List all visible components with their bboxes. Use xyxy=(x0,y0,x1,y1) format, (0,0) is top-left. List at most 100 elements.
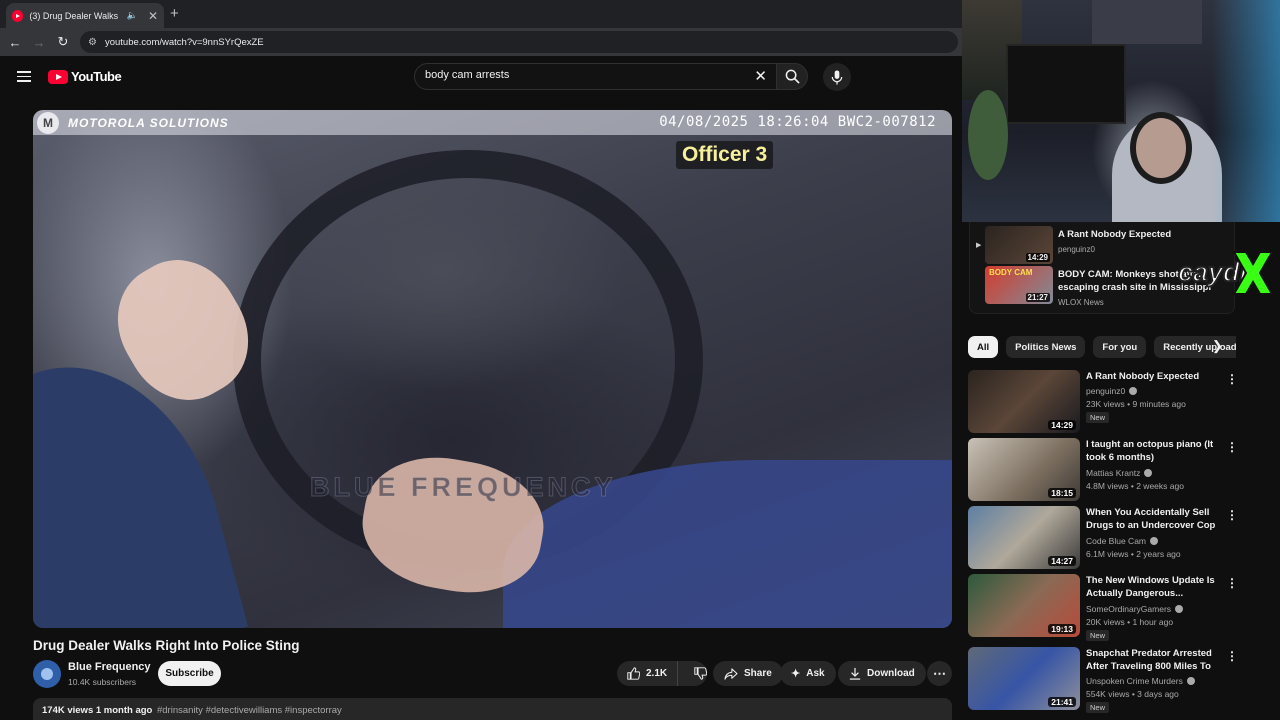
new-tab-button[interactable]: + xyxy=(170,5,179,22)
video-player[interactable]: M MOTOROLA SOLUTIONS 04/08/2025 18:26:04… xyxy=(33,110,952,628)
recommendation-thumbnail[interactable]: 14:27 xyxy=(968,506,1080,569)
channel-label: Unspoken Crime Murders xyxy=(1086,676,1183,686)
speaker-icon[interactable]: 🔈 xyxy=(127,10,138,21)
masthead: YouTube ✕ xyxy=(0,56,962,98)
like-dislike-group: 2.1K xyxy=(617,661,708,686)
recommendation-item[interactable]: 19:13 The New Windows Update Is Actually… xyxy=(968,574,1238,641)
chip-recently-uploaded[interactable]: Recently uploaded xyxy=(1154,336,1236,358)
recommendation-meta: 20K views • 1 hour ago xyxy=(1086,617,1174,627)
recommendation-channel[interactable]: Mattias Krantz xyxy=(1086,468,1153,478)
chevron-right-icon[interactable]: ❯ xyxy=(1212,338,1223,354)
clear-search-icon[interactable]: ✕ xyxy=(754,67,767,85)
recommendation-channel[interactable]: SomeOrdinaryGamers xyxy=(1086,604,1184,614)
recommendation-thumbnail[interactable]: 14:29 xyxy=(968,370,1080,433)
recommendation-item[interactable]: 21:41 Snapchat Predator Arrested After T… xyxy=(968,647,1238,713)
item-menu-icon[interactable]: ⋮ xyxy=(1226,576,1238,590)
recommendation-thumbnail[interactable]: 19:13 xyxy=(968,574,1080,637)
like-count: 2.1K xyxy=(646,668,668,679)
item-menu-icon[interactable]: ⋮ xyxy=(1226,649,1238,663)
recommendation-channel[interactable]: penguinz0 xyxy=(1086,386,1138,396)
new-badge: New xyxy=(1086,412,1110,423)
recommendation-item[interactable]: 14:27 When You Accidentally Sell Drugs t… xyxy=(968,506,1238,570)
recommendation-thumbnail[interactable]: 18:15 xyxy=(968,438,1080,501)
share-button[interactable]: Share xyxy=(713,661,783,686)
subscribe-button[interactable]: Subscribe xyxy=(158,661,221,686)
item-menu-icon[interactable]: ⋮ xyxy=(1226,508,1238,522)
recommendation-title[interactable]: The New Windows Update Is Actually Dange… xyxy=(1086,574,1218,600)
recommendation-title[interactable]: I taught an octopus piano (It took 6 mon… xyxy=(1086,438,1218,464)
item-menu-icon[interactable]: ⋮ xyxy=(1226,440,1238,454)
verified-icon xyxy=(1186,677,1195,685)
youtube-logo[interactable]: YouTube xyxy=(48,69,122,84)
channel-label: SomeOrdinaryGamers xyxy=(1086,604,1172,614)
recommendation-channel[interactable]: Code Blue Cam xyxy=(1086,536,1159,546)
description-box[interactable]: 174K views 1 month ago #drinsanity #dete… xyxy=(33,698,952,720)
search-button[interactable] xyxy=(776,63,808,90)
video-duration: 19:13 xyxy=(1048,624,1076,634)
view-count-date: 174K views 1 month ago xyxy=(42,705,153,716)
channel-name[interactable]: Blue Frequency xyxy=(68,661,151,673)
camera-brand: MOTOROLA SOLUTIONS xyxy=(68,116,229,130)
mini-thumbnail: 14:29 xyxy=(985,226,1053,264)
channel-label: Code Blue Cam xyxy=(1086,536,1147,546)
menu-icon[interactable] xyxy=(17,71,31,82)
verified-icon xyxy=(1175,605,1184,613)
share-label: Share xyxy=(744,668,772,679)
now-playing-icon: ▶ xyxy=(976,242,982,249)
youtube-play-icon xyxy=(48,69,68,84)
recommendation-title[interactable]: A Rant Nobody Expected xyxy=(1086,370,1218,383)
browser-tab[interactable]: (3) Drug Dealer Walks Right Into Police … xyxy=(6,3,164,28)
search-input[interactable] xyxy=(425,69,745,81)
url-text: youtube.com/watch?v=9nnSYrQexZE xyxy=(104,36,264,48)
chip-all[interactable]: All xyxy=(968,336,999,358)
download-button[interactable]: Download xyxy=(838,661,926,686)
video-duration: 14:27 xyxy=(1048,556,1076,566)
reload-icon[interactable]: ↻ xyxy=(51,34,75,50)
address-bar: ← → ↻ ⚙ youtube.com/watch?v=9nnSYrQexZE xyxy=(0,28,962,56)
description-hashtags[interactable]: #drinsanity #detectivewilliams #inspecto… xyxy=(157,705,342,716)
recommendation-meta: 23K views • 9 minutes ago xyxy=(1086,399,1186,409)
like-button[interactable]: 2.1K xyxy=(617,661,679,686)
youtube-favicon-icon xyxy=(12,9,24,22)
webcam-streamer-head xyxy=(1130,112,1192,184)
search-icon xyxy=(785,69,800,84)
webcam-plant xyxy=(968,90,1008,180)
verified-icon xyxy=(1144,469,1153,477)
close-tab-icon[interactable]: ✕ xyxy=(148,9,158,23)
recommendation-channel[interactable]: Unspoken Crime Murders xyxy=(1086,676,1195,686)
chip-for-you[interactable]: For you xyxy=(1093,336,1147,358)
chip-politics-news[interactable]: Politics News xyxy=(1006,336,1086,358)
recommendation-thumbnail[interactable]: 21:41 xyxy=(968,647,1080,710)
recommendation-meta: 6.1M views • 2 years ago xyxy=(1086,549,1181,559)
bodycam-header-strip: M MOTOROLA SOLUTIONS 04/08/2025 18:26:04… xyxy=(33,110,952,135)
item-menu-icon[interactable]: ⋮ xyxy=(1226,372,1238,386)
thumbs-down-icon xyxy=(694,667,708,680)
forward-arrow-icon[interactable]: → xyxy=(27,35,51,50)
recommendation-title[interactable]: Snapchat Predator Arrested After Traveli… xyxy=(1086,647,1218,674)
youtube-wordmark: YouTube xyxy=(71,69,122,84)
recommendation-item[interactable]: 14:29 A Rant Nobody Expected penguinz0 2… xyxy=(968,370,1238,434)
streamer-logo-icon xyxy=(1232,251,1274,295)
channel-avatar[interactable] xyxy=(33,660,61,688)
video-duration: 21:41 xyxy=(1048,697,1076,707)
filter-chips: All Politics News For you Recently uploa… xyxy=(968,336,1236,358)
back-arrow-icon[interactable]: ← xyxy=(3,35,27,50)
recommendation-title[interactable]: When You Accidentally Sell Drugs to an U… xyxy=(1086,506,1218,533)
mini-thumbnail-label: BODY CAM xyxy=(989,268,1033,277)
motorola-logo-icon: M xyxy=(37,112,59,134)
channel-watermark: BLUE FREQUENCY xyxy=(310,472,617,503)
channel-label: Mattias Krantz xyxy=(1086,468,1141,478)
more-actions-icon[interactable]: ⋯ xyxy=(927,661,952,686)
ask-button[interactable]: ✦ Ask xyxy=(780,661,836,686)
site-info-icon[interactable]: ⚙ xyxy=(88,37,97,48)
webcam-wall-flag xyxy=(1092,0,1202,44)
tab-title: (3) Drug Dealer Walks Right Into Police … xyxy=(29,10,120,21)
url-field[interactable]: ⚙ youtube.com/watch?v=9nnSYrQexZE xyxy=(80,31,958,53)
thumbs-up-icon xyxy=(627,667,640,680)
mini-title: A Rant Nobody Expected xyxy=(1058,229,1172,240)
video-duration: 18:15 xyxy=(1048,488,1076,498)
voice-search-button[interactable] xyxy=(823,63,851,91)
mini-duration: 21:27 xyxy=(1025,293,1050,302)
recommendation-item[interactable]: 18:15 I taught an octopus piano (It took… xyxy=(968,438,1238,502)
microphone-icon xyxy=(831,69,843,85)
